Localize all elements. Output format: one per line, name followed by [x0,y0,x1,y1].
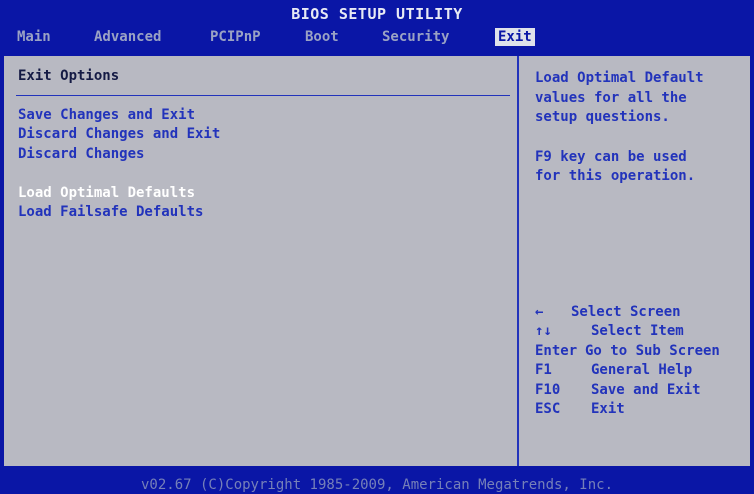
key-description: Save and Exit [591,382,701,398]
f1-key-label: F1 [535,362,552,378]
load-optimal-defaults-item[interactable]: Load Optimal Defaults [18,185,195,201]
left-arrow-key-icon: ← [535,304,544,320]
section-divider [16,95,510,96]
tab-advanced[interactable]: Advanced [91,28,164,46]
help-text-line: values for all the [535,90,687,106]
content-area: Exit Options Save Changes and Exit Disca… [4,56,750,466]
tab-exit[interactable]: Exit [495,28,535,46]
bios-screen: BIOS SETUP UTILITY Main Advanced PCIPnP … [0,0,754,494]
section-title: Exit Options [18,68,120,84]
tab-security[interactable]: Security [379,28,452,46]
key-description: Select Item [591,323,684,339]
key-description: General Help [591,362,693,378]
key-description: Exit [591,401,625,417]
help-text-line: setup questions. [535,109,670,125]
key-description: Select Screen [571,304,681,320]
menu-bar: Main Advanced PCIPnP Boot Security Exit [4,28,750,46]
enter-key-label: Enter [535,343,578,359]
help-panel: Load Optimal Default values for all the … [519,56,750,466]
tab-boot[interactable]: Boot [302,28,342,46]
help-text-line: Load Optimal Default [535,70,704,86]
bios-title: BIOS SETUP UTILITY [0,0,754,28]
discard-changes-item[interactable]: Discard Changes [18,146,144,162]
copyright-footer: v02.67 (C)Copyright 1985-2009, American … [140,477,613,493]
tab-pcipnp[interactable]: PCIPnP [207,28,264,46]
tab-main[interactable]: Main [14,28,54,46]
discard-changes-and-exit-item[interactable]: Discard Changes and Exit [18,126,220,142]
up-down-arrow-key-icon: ↑↓ [535,323,552,339]
help-text-line: for this operation. [535,168,696,184]
exit-options-panel: Exit Options Save Changes and Exit Disca… [4,56,519,466]
key-description: Go to Sub Screen [585,343,720,359]
help-text-line: F9 key can be used [535,149,687,165]
esc-key-label: ESC [535,401,561,417]
load-failsafe-defaults-item[interactable]: Load Failsafe Defaults [18,204,203,220]
f10-key-label: F10 [535,382,561,398]
save-changes-and-exit-item[interactable]: Save Changes and Exit [18,107,195,123]
